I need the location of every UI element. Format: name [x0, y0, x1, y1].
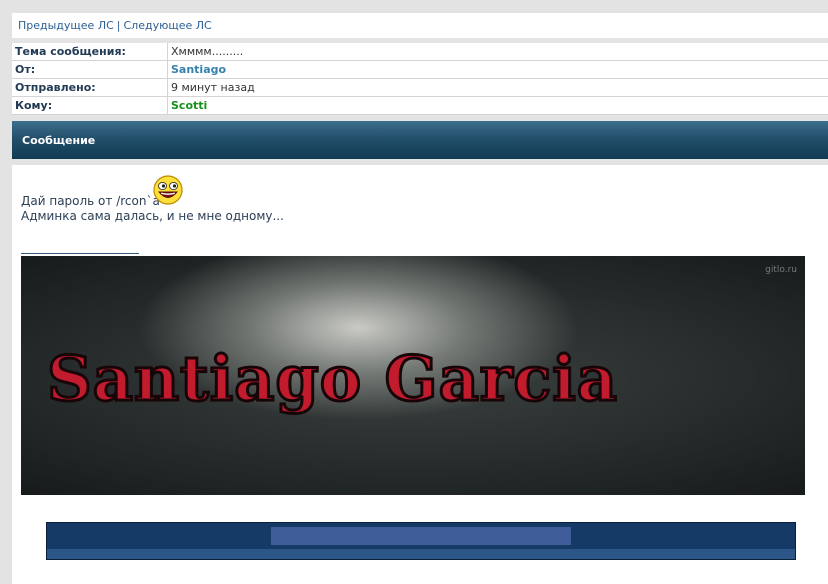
signature-banner: gitlo.ru Santiago Garcia — [21, 256, 805, 495]
from-user-link[interactable]: Santiago — [171, 63, 226, 76]
sent-label: Отправлено: — [12, 78, 168, 97]
message-header: Сообщение — [12, 121, 828, 159]
from-row: От: Santiago — [12, 60, 828, 79]
subject-value: Хмммм......... — [167, 43, 828, 61]
banner-watermark: gitlo.ru — [765, 265, 797, 275]
sent-row: Отправлено: 9 минут назад — [12, 78, 828, 97]
to-row: Кому: Scotti — [12, 96, 828, 115]
next-pm-link[interactable]: Следующее ЛС — [124, 19, 212, 32]
message-body: Дай пароль от /rcon`a Админка сама далас… — [12, 165, 828, 584]
banner-bar — [271, 527, 571, 545]
subject-label: Тема сообщения: — [12, 43, 168, 61]
pm-info-table: Тема сообщения: Хмммм......... От: Santi… — [12, 43, 828, 115]
pm-page: Предыдущее ЛС | Следующее ЛС Тема сообщени… — [12, 0, 828, 584]
subject-row: Тема сообщения: Хмммм......... — [12, 43, 828, 61]
awesome-smiley-icon — [153, 175, 183, 205]
sent-value: 9 минут назад — [167, 78, 828, 97]
message-line-2: Админка сама далась, и не мне одному... — [21, 209, 284, 223]
from-label: От: — [12, 60, 168, 79]
secondary-signature-banner — [46, 522, 796, 560]
to-user-link[interactable]: Scotti — [171, 99, 207, 112]
nav-separator: | — [116, 19, 121, 32]
banner-strip — [47, 549, 795, 559]
signature-divider — [21, 253, 139, 254]
to-label: Кому: — [12, 96, 168, 115]
pm-navigation: Предыдущее ЛС | Следующее ЛС — [12, 13, 828, 38]
banner-graffiti-text: Santiago Garcia — [46, 341, 619, 417]
prev-pm-link[interactable]: Предыдущее ЛС — [18, 19, 114, 32]
